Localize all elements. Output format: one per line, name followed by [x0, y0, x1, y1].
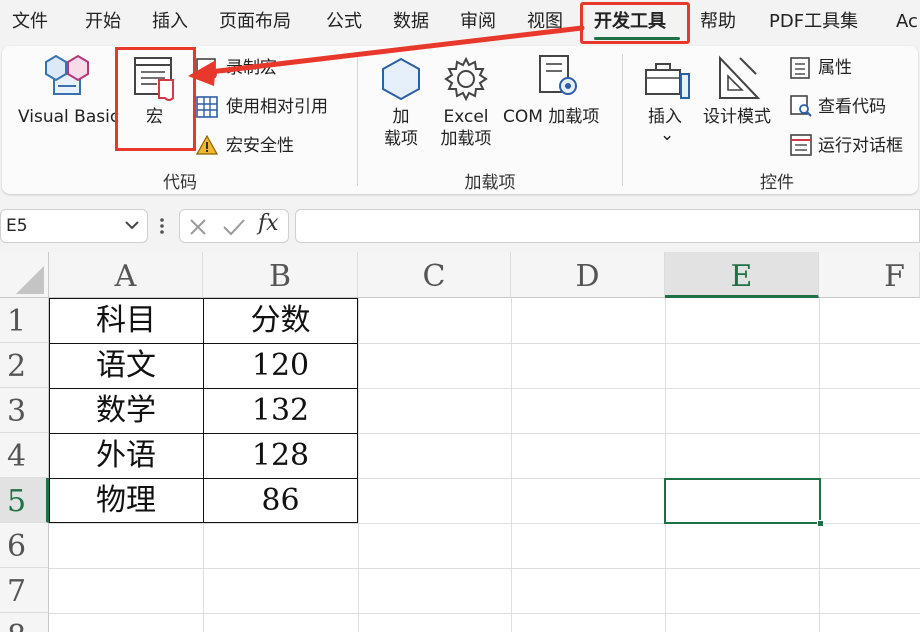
cell-a3[interactable]: 数学: [49, 388, 203, 433]
excel-addins-button-line1[interactable]: Excel: [436, 106, 496, 128]
properties-icon: [790, 57, 810, 79]
tab-page-layout[interactable]: 页面布局: [219, 10, 291, 34]
gridline: [511, 298, 512, 632]
toolbox-icon: [645, 63, 690, 99]
properties-button[interactable]: 属性: [818, 57, 852, 79]
row-header-4[interactable]: 4: [0, 433, 49, 478]
fill-handle[interactable]: [817, 520, 824, 527]
column-header-b[interactable]: B: [203, 252, 358, 298]
record-macro-icon: [196, 58, 217, 79]
cell-a4[interactable]: 外语: [49, 433, 203, 478]
gridline: [665, 298, 666, 632]
tab-review[interactable]: 审阅: [460, 10, 496, 34]
run-dialog-button[interactable]: 运行对话框: [818, 135, 903, 157]
select-all-corner[interactable]: [0, 252, 49, 298]
tab-pdf-tools[interactable]: PDF工具集: [769, 10, 858, 34]
excel-addins-button-line2[interactable]: 加载项: [436, 128, 496, 150]
cell-b1[interactable]: 分数: [203, 298, 358, 343]
code-group-label: 代码: [163, 173, 197, 193]
run-dialog-icon: [790, 134, 812, 156]
row-header-8[interactable]: 8: [0, 613, 49, 632]
macro-security-button[interactable]: 宏安全性: [226, 135, 294, 157]
design-mode-icon: [719, 55, 761, 99]
addins-button-line2[interactable]: 载项: [380, 128, 422, 150]
cancel-icon[interactable]: [188, 217, 208, 237]
addins-group-label: 加载项: [464, 173, 516, 193]
column-header-f[interactable]: F: [819, 252, 920, 298]
row-header-6[interactable]: 6: [0, 523, 49, 568]
active-cell-e5[interactable]: [664, 478, 821, 524]
row-header-2[interactable]: 2: [0, 343, 49, 388]
gridline: [819, 298, 820, 632]
cell-b3[interactable]: 132: [203, 388, 358, 433]
tab-data[interactable]: 数据: [393, 10, 429, 34]
tab-file[interactable]: 文件: [12, 10, 48, 34]
addins-button-line1[interactable]: 加: [380, 106, 422, 128]
group-separator: [622, 54, 623, 186]
visual-basic-icon: [45, 54, 89, 95]
cell-a5[interactable]: 物理: [49, 478, 203, 523]
column-header-d[interactable]: D: [511, 252, 665, 298]
visual-basic-button[interactable]: Visual Basic: [18, 106, 119, 128]
gridline: [49, 568, 920, 569]
tab-insert[interactable]: 插入: [152, 10, 188, 34]
com-addins-icon: [539, 55, 577, 95]
more-options-icon[interactable]: [159, 216, 165, 236]
cell-b2[interactable]: 120: [203, 343, 358, 388]
com-addins-button[interactable]: COM 加载项: [503, 106, 599, 128]
cell-b4[interactable]: 128: [203, 433, 358, 478]
row-header-3[interactable]: 3: [0, 388, 49, 433]
row-header-1[interactable]: 1: [0, 298, 49, 343]
design-mode-button[interactable]: 设计模式: [703, 106, 771, 128]
relative-reference-button[interactable]: 使用相对引用: [226, 96, 328, 118]
warning-icon: [196, 135, 218, 155]
column-header-c[interactable]: C: [358, 252, 511, 298]
gear-icon: [444, 56, 488, 102]
view-code-button[interactable]: 查看代码: [818, 96, 886, 118]
menu-bar: 文件 开始 插入 页面布局 公式 数据 审阅 视图 开发工具 帮助 PDF工具集…: [0, 0, 920, 44]
cell-a1[interactable]: 科目: [49, 298, 203, 343]
tab-acrobat[interactable]: Ac: [896, 10, 918, 34]
column-header-a[interactable]: A: [49, 252, 203, 298]
formula-input[interactable]: [295, 209, 920, 243]
relative-reference-icon: [196, 96, 218, 118]
group-separator: [357, 54, 358, 186]
view-code-icon: [790, 95, 812, 117]
record-macro-button[interactable]: 录制宏: [226, 57, 277, 79]
row-header-7[interactable]: 7: [0, 568, 49, 613]
name-box-value: E5: [6, 216, 28, 236]
chevron-down-icon[interactable]: [124, 219, 140, 231]
controls-group-label: 控件: [760, 173, 794, 193]
macros-annotation-box: [115, 47, 196, 151]
cell-b5[interactable]: 86: [203, 478, 358, 523]
developer-tab-annotation: [580, 2, 690, 44]
tab-view[interactable]: 视图: [527, 10, 563, 34]
gridline: [358, 298, 359, 632]
tab-home[interactable]: 开始: [85, 10, 121, 34]
tab-help[interactable]: 帮助: [700, 10, 736, 34]
row-header-5[interactable]: 5: [0, 478, 49, 523]
enter-check-icon[interactable]: [222, 217, 246, 237]
column-header-e[interactable]: E: [665, 252, 819, 298]
gridline: [49, 613, 920, 614]
cell-a2[interactable]: 语文: [49, 343, 203, 388]
chevron-down-icon[interactable]: ⌄: [660, 124, 674, 146]
tab-formulas[interactable]: 公式: [326, 10, 362, 34]
insert-function-button[interactable]: fx: [258, 211, 279, 236]
addins-icon: [382, 57, 420, 101]
